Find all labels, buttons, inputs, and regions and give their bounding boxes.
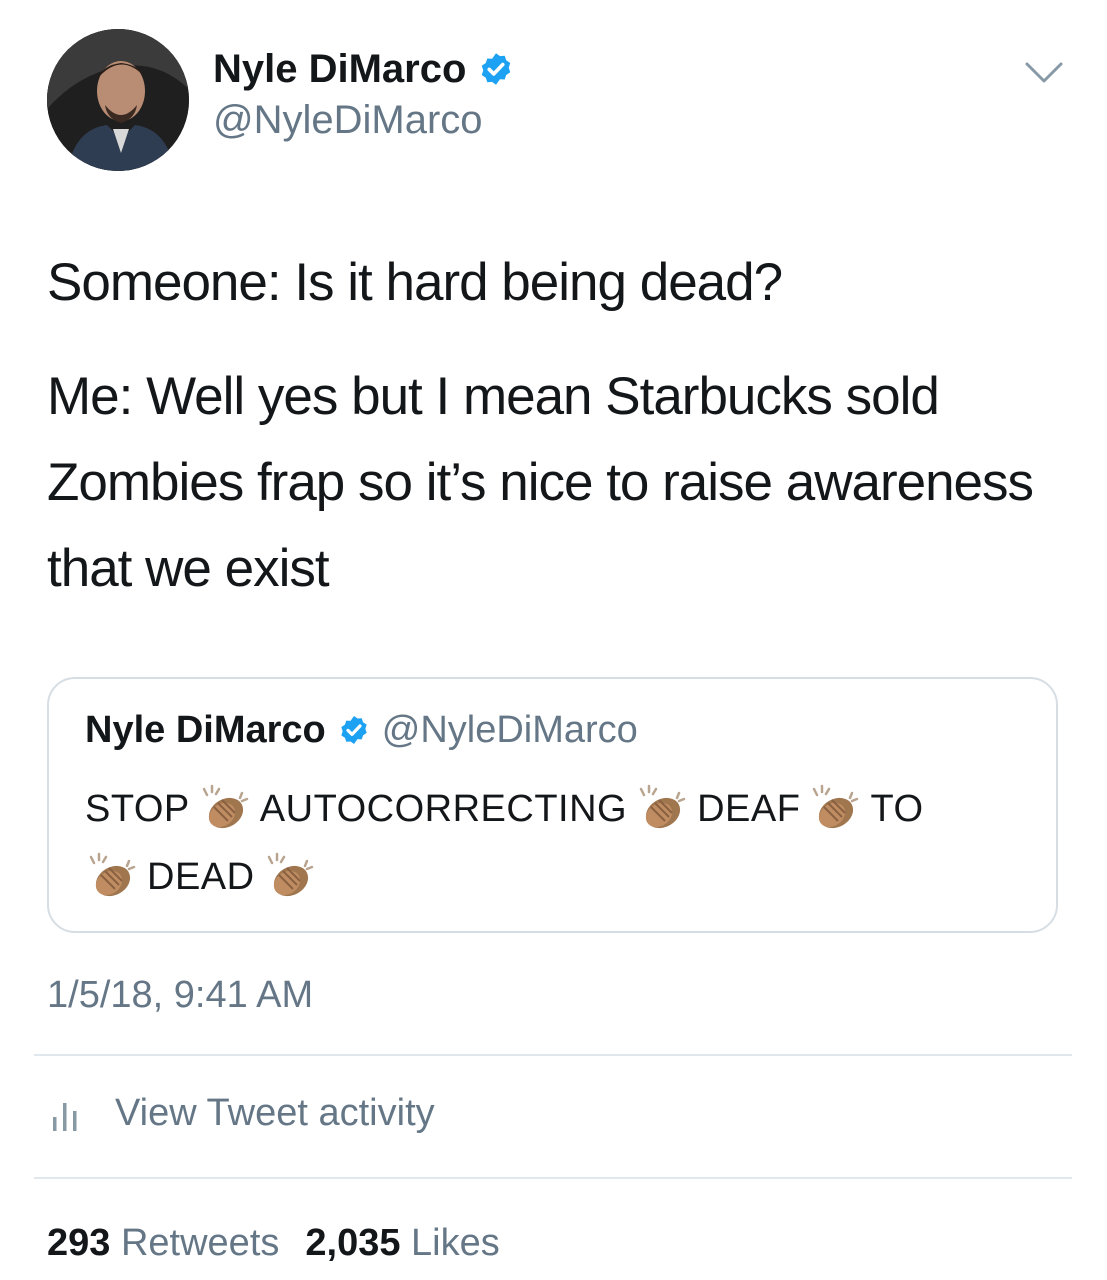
verified-badge-icon (482, 53, 511, 85)
quoted-author-handle: @NyleDiMarco (381, 709, 638, 751)
quoted-tweet-header: Nyle DiMarco @NyleDiMarco (85, 705, 638, 755)
engagement-stats: 293 Retweets 2,035 Likes (47, 1218, 500, 1268)
tweet-text: Someone: Is it hard being dead? Me: Well… (47, 240, 1067, 612)
view-tweet-activity-link[interactable]: View Tweet activity (47, 1088, 435, 1138)
quoted-word: STOP (85, 788, 190, 830)
author-name-text: Nyle DiMarco (213, 47, 467, 91)
quoted-word: DEAD (147, 856, 255, 898)
chevron-down-icon[interactable] (1024, 60, 1064, 86)
retweets-count: 293 (47, 1222, 111, 1264)
likes-label: Likes (411, 1222, 500, 1264)
clapping-hands-icon (267, 852, 313, 897)
clapping-hands-icon (89, 852, 136, 897)
retweets-label: Retweets (120, 1222, 280, 1264)
quoted-word: AUTOCORRECTING (259, 788, 628, 830)
quoted-author-name: Nyle DiMarco (85, 709, 326, 751)
quoted-word: TO (870, 788, 924, 830)
activity-bars-icon (53, 1103, 77, 1131)
divider (34, 1054, 1072, 1056)
divider (34, 1177, 1072, 1179)
quoted-tweet-card[interactable]: Nyle DiMarco @NyleDiMarco STOP AUTOCORREC… (47, 677, 1058, 933)
tweet-paragraph: Me: Well yes but I mean Starbucks sold Z… (47, 367, 1034, 598)
clapping-hands-icon (639, 784, 686, 829)
tweet-paragraph: Someone: Is it hard being dead? (47, 253, 783, 312)
clapping-hands-icon (202, 784, 249, 829)
likes-stat[interactable]: 2,035 Likes (305, 1222, 499, 1264)
quoted-word: DEAF (697, 788, 801, 830)
likes-count: 2,035 (305, 1222, 401, 1264)
clapping-hands-icon (813, 784, 859, 829)
author-display-name[interactable]: Nyle DiMarco (213, 44, 514, 94)
tweet-timestamp: 1/5/18, 9:41 AM (47, 974, 314, 1016)
activity-label: View Tweet activity (115, 1092, 435, 1134)
avatar[interactable] (47, 29, 189, 171)
verified-badge-icon (341, 716, 367, 744)
author-handle[interactable]: @NyleDiMarco (213, 95, 483, 145)
quoted-tweet-text: STOP AUTOCORRECTING DEAF TO DEAD (85, 775, 1025, 911)
retweets-stat[interactable]: 293 Retweets (47, 1222, 279, 1264)
